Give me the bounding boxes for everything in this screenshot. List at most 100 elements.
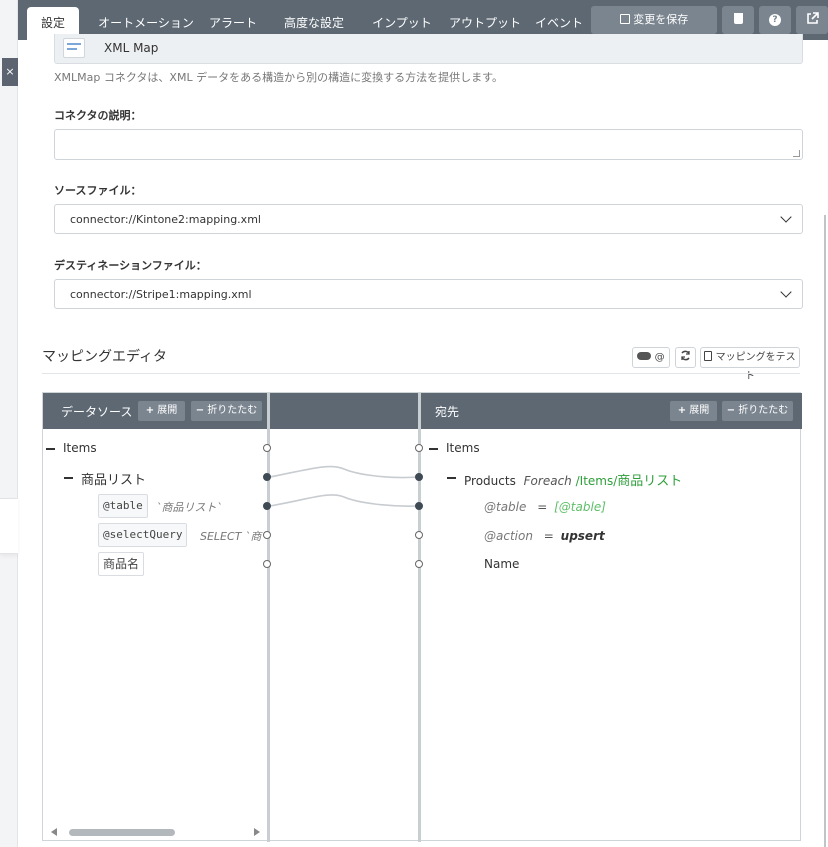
chevron-down-icon — [780, 286, 792, 298]
dest-field-name[interactable]: Name — [484, 557, 519, 571]
destination-expand-label: 展開 — [689, 405, 710, 416]
close-icon: × — [5, 65, 15, 78]
toggle-label: @ — [654, 352, 665, 363]
source-collapse-button[interactable]: − 折りたたむ — [191, 401, 262, 421]
dest-attr-action-eq: = — [543, 529, 554, 543]
external-link-icon — [806, 12, 819, 24]
source-file-value: connector://Kintone2:mapping.xml — [70, 213, 261, 226]
dest-attr-table-label: @table — [484, 500, 527, 514]
destination-panel-header: 宛先 + 展開 − 折りたたむ — [421, 393, 802, 429]
source-attr-table[interactable]: @table — [98, 494, 148, 518]
dest-attr-table[interactable]: @table = [@table] — [484, 500, 606, 514]
dest-handle-action[interactable] — [415, 531, 423, 539]
left-panel-card — [0, 498, 18, 554]
source-file-select[interactable]: connector://Kintone2:mapping.xml — [54, 204, 803, 234]
dest-handle-items[interactable] — [415, 444, 423, 452]
connector-hint: XMLMap コネクタは、XML データをある構造から別の構造に変換する方法を提… — [54, 71, 503, 84]
mapping-line-list — [270, 465, 418, 479]
destination-collapse-button[interactable]: − 折りたたむ — [722, 401, 793, 421]
refresh-icon — [681, 350, 690, 361]
question-icon: ? — [769, 14, 781, 26]
attribute-toggle-button[interactable]: @ — [632, 347, 670, 368]
page-scrollbar[interactable] — [824, 215, 826, 847]
mapping-editor-divider — [42, 373, 800, 374]
dest-attr-action[interactable]: @action = upsert — [484, 529, 605, 543]
scroll-thumb[interactable] — [69, 829, 175, 836]
foreach-label: Foreach — [523, 474, 572, 488]
destination-file-select[interactable]: connector://Stripe1:mapping.xml — [54, 279, 803, 309]
source-field-name[interactable]: 商品名 — [98, 552, 145, 576]
source-expand-label: 展開 — [157, 405, 178, 416]
source-horizontal-scrollbar[interactable] — [43, 824, 267, 840]
save-changes-label: 変更を保存 — [633, 13, 689, 26]
xml-map-icon — [63, 38, 85, 58]
minus-icon: − — [195, 405, 205, 416]
source-node-list[interactable]: 商品リスト — [81, 469, 146, 488]
chevron-down-icon — [780, 211, 792, 223]
source-expand-button[interactable]: + 展開 — [138, 401, 185, 421]
source-panel-header: データソース + 展開 − 折りたたむ — [43, 393, 267, 429]
close-panel-button[interactable]: × — [2, 58, 18, 86]
dest-node-products[interactable]: Products Foreach /Items/商品リスト — [464, 470, 682, 489]
destination-file-value: connector://Stripe1:mapping.xml — [70, 288, 252, 301]
source-handle-items[interactable] — [263, 444, 271, 452]
foreach-path-items: Items — [579, 474, 614, 488]
save-icon — [619, 14, 630, 24]
dest-attr-table-eq: = — [537, 500, 548, 514]
clipboard-icon — [704, 351, 713, 361]
source-collapse-label: 折りたたむ — [207, 405, 258, 416]
connector-panel-header — [270, 393, 418, 429]
destination-expand-button[interactable]: + 展開 — [670, 401, 717, 421]
scroll-left-icon[interactable] — [51, 828, 57, 836]
panel-divider-right[interactable] — [418, 393, 421, 842]
test-mapping-label: マッピングをテスト — [715, 352, 796, 382]
trash-icon — [733, 13, 743, 24]
collapse-products-icon[interactable] — [447, 477, 456, 479]
source-handle-selectquery[interactable] — [263, 531, 271, 539]
source-node-items[interactable]: Items — [63, 441, 97, 455]
plus-icon: + — [677, 405, 687, 416]
left-panel-strip — [0, 0, 18, 847]
mapping-line-table — [270, 494, 418, 507]
source-attr-selectquery[interactable]: @selectQuery — [98, 523, 188, 547]
destination-file-label: デスティネーションファイル： — [54, 259, 207, 272]
mapping-editor-title: マッピングエディタ — [42, 349, 168, 365]
toggle-icon — [637, 352, 652, 360]
source-file-label: ソースファイル： — [54, 184, 142, 197]
dest-handle-table[interactable] — [415, 502, 423, 510]
source-panel-title: データソース — [61, 405, 133, 419]
dest-handle-products[interactable] — [415, 473, 423, 481]
collapse-list-icon[interactable] — [64, 477, 73, 479]
source-handle-field[interactable] — [263, 560, 271, 568]
connector-name-field: XML Map — [54, 34, 803, 64]
dest-attr-action-value: upsert — [560, 529, 605, 543]
connector-name: XML Map — [104, 41, 159, 55]
open-external-button[interactable] — [796, 6, 828, 34]
dest-node-items[interactable]: Items — [446, 441, 480, 455]
plus-icon: + — [145, 405, 155, 416]
collapse-dest-items-icon[interactable] — [429, 448, 438, 450]
dest-attr-action-label: @action — [484, 529, 533, 543]
delete-button[interactable] — [722, 6, 754, 34]
description-textarea[interactable] — [54, 129, 803, 160]
save-changes-button[interactable]: 変更を保存 — [591, 6, 717, 34]
resize-handle[interactable] — [793, 150, 800, 157]
collapse-items-icon[interactable] — [46, 448, 55, 450]
mapping-editor: データソース + 展開 − 折りたたむ 宛先 + 展開 − 折りたたむ Item… — [42, 392, 802, 842]
mapping-connections — [270, 465, 418, 507]
dest-products-label: Products — [464, 474, 516, 488]
minus-icon: − — [726, 405, 736, 416]
dest-handle-name[interactable] — [415, 560, 423, 568]
foreach-path-list: 商品リスト — [617, 474, 683, 489]
destination-collapse-label: 折りたたむ — [738, 405, 789, 416]
source-handle-table[interactable] — [263, 502, 271, 510]
scroll-right-icon[interactable] — [254, 828, 260, 836]
source-attr-table-value: `商品リスト` — [156, 501, 222, 514]
help-button[interactable]: ? — [759, 6, 791, 34]
source-attr-selectquery-value: SELECT `商 — [200, 530, 262, 543]
source-handle-list[interactable] — [263, 473, 271, 481]
destination-panel-title: 宛先 — [435, 405, 460, 419]
test-mapping-button[interactable]: マッピングをテスト — [700, 347, 800, 382]
dest-attr-table-value: [@table] — [554, 500, 606, 514]
refresh-button[interactable] — [675, 347, 696, 368]
